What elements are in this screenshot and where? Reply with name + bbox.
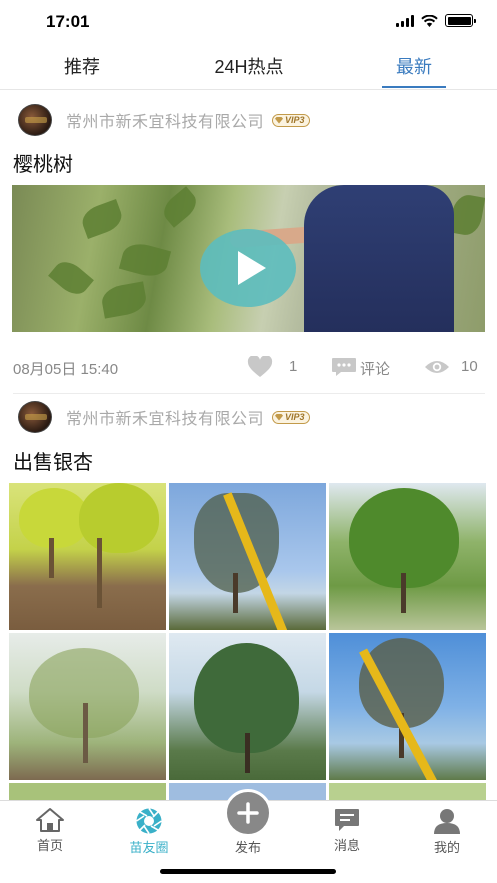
home-icon bbox=[36, 808, 64, 832]
post-image[interactable] bbox=[9, 633, 166, 780]
vip-label: VIP3 bbox=[285, 115, 305, 125]
post-image[interactable] bbox=[169, 483, 326, 630]
nav-messages[interactable]: 消息 bbox=[312, 801, 382, 854]
vip-label: VIP3 bbox=[285, 412, 305, 422]
nav-publish-label: 发布 bbox=[234, 840, 261, 855]
message-icon bbox=[335, 809, 359, 831]
diamond-icon bbox=[275, 413, 284, 421]
play-icon bbox=[238, 251, 266, 285]
cellular-signal-icon bbox=[396, 14, 414, 27]
post-image[interactable] bbox=[169, 633, 326, 780]
aperture-icon bbox=[136, 808, 162, 834]
status-bar: 17:01 bbox=[0, 0, 497, 44]
tab-recommend[interactable]: 推荐 bbox=[40, 44, 124, 90]
nav-publish[interactable]: 发布 bbox=[213, 789, 283, 856]
comment-icon[interactable] bbox=[331, 357, 357, 377]
post-meta: 08月05日 15:40 1 评论 10 bbox=[13, 352, 483, 382]
view-count: 10 bbox=[461, 358, 478, 375]
nav-profile-label: 我的 bbox=[433, 840, 460, 855]
nav-circle-label: 苗友圈 bbox=[129, 840, 169, 855]
wifi-icon bbox=[421, 14, 438, 27]
home-indicator bbox=[160, 869, 336, 874]
post-title[interactable]: 樱桃树 bbox=[13, 148, 73, 177]
heart-icon[interactable] bbox=[247, 356, 273, 378]
post-date: 08月05日 15:40 bbox=[13, 361, 119, 378]
video-thumbnail[interactable] bbox=[12, 185, 485, 332]
vip-badge: VIP3 bbox=[272, 113, 310, 127]
feed-tabs: 推荐 24H热点 最新 bbox=[0, 44, 497, 90]
diamond-icon bbox=[275, 116, 284, 124]
eye-icon bbox=[425, 361, 449, 373]
status-time: 17:01 bbox=[46, 12, 90, 31]
plus-icon bbox=[224, 789, 272, 837]
post-header[interactable]: 常州市新禾宜科技有限公司 VIP3 bbox=[18, 104, 310, 136]
company-name[interactable]: 常州市新禾宜科技有限公司 bbox=[66, 108, 264, 132]
post-divider bbox=[13, 393, 485, 394]
post-image[interactable] bbox=[9, 483, 166, 630]
nav-profile[interactable]: 我的 bbox=[412, 801, 482, 856]
nav-circle[interactable]: 苗友圈 bbox=[114, 801, 184, 856]
comment-label[interactable]: 评论 bbox=[360, 358, 390, 379]
nav-home[interactable]: 首页 bbox=[15, 801, 85, 854]
post-image[interactable] bbox=[329, 483, 486, 630]
active-tab-indicator bbox=[382, 86, 446, 88]
tab-24h-hot[interactable]: 24H热点 bbox=[194, 44, 304, 90]
nav-home-label: 首页 bbox=[36, 838, 63, 853]
post-image[interactable] bbox=[329, 633, 486, 780]
nav-messages-label: 消息 bbox=[333, 838, 360, 853]
status-icons bbox=[396, 14, 476, 27]
profile-icon bbox=[434, 809, 460, 834]
tab-latest[interactable]: 最新 bbox=[372, 44, 456, 90]
like-count: 1 bbox=[289, 358, 298, 375]
company-name[interactable]: 常州市新禾宜科技有限公司 bbox=[66, 405, 264, 429]
post-title[interactable]: 出售银杏 bbox=[13, 446, 93, 475]
battery-icon bbox=[445, 14, 476, 27]
avatar[interactable] bbox=[18, 401, 52, 433]
avatar[interactable] bbox=[18, 104, 52, 136]
play-button[interactable] bbox=[200, 229, 296, 307]
vip-badge: VIP3 bbox=[272, 410, 310, 424]
post-header[interactable]: 常州市新禾宜科技有限公司 VIP3 bbox=[18, 401, 310, 433]
